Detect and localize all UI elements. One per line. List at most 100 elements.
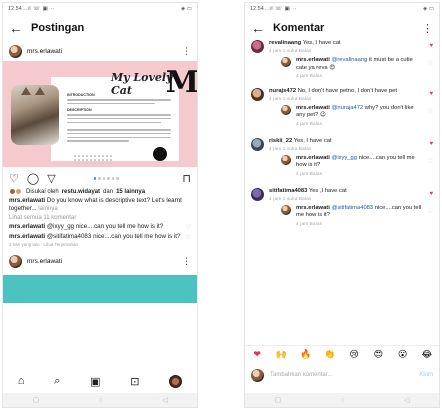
commenter-avatar[interactable] [251,137,264,151]
emoji-laugh-icon[interactable]: 😂 [420,348,433,361]
home-system-icon[interactable]: ○ [99,397,103,404]
comment-meta[interactable]: 4 jam 1 suka Balas [269,96,397,101]
comment-heart-icon[interactable]: ♡ [428,60,433,67]
comment-meta[interactable]: 4 jam Balas [296,171,423,176]
shop-icon[interactable]: ⊡ [130,375,139,388]
decorative-blob [153,147,167,161]
comment-heart-icon[interactable]: ♡ [186,234,191,242]
author-username[interactable]: mrs.erlawati [27,258,62,265]
page-title: Komentar [273,22,325,34]
back-arrow-icon[interactable]: ← [9,20,23,36]
post-actions: ♡ ◯ ▽ ⊓ [3,167,197,187]
comment-item: revalinaang Yes, I have cat 4 jam 1 suka… [251,38,433,55]
emoji-fire-icon[interactable]: 🔥 [299,348,312,361]
commenter-avatar[interactable] [251,187,264,201]
comment-text: nice....can you tell me how is it? [93,233,181,240]
comment-text: Yes, I have cat [302,40,341,46]
commenter-avatar[interactable] [251,40,264,53]
comment-user[interactable]: sitifatima4083 [269,188,307,194]
comment-heart-icon[interactable]: ♡ [428,208,433,215]
comment-user[interactable]: nurajs472 [269,88,296,94]
author-username[interactable]: mrs.erlawati [27,48,62,55]
search-icon[interactable]: ⌕ [54,375,60,388]
send-button[interactable]: Kirim [419,372,433,378]
likes-line[interactable]: Disukai oleh restu.widayat dan 15 lainny… [3,187,197,196]
comment-user[interactable]: mrs.erlawati [9,233,45,240]
more-options-icon[interactable]: ⋮ [422,22,433,35]
more-options-icon[interactable]: ⋮ [182,46,191,57]
post-image[interactable]: My Lovely Cat M INTRODUCTION DESCRIPTION [3,61,197,167]
home-icon[interactable]: ⌂ [18,375,25,387]
comment-text: Yes, I have cat [293,137,332,144]
status-time: 12.54 [8,6,22,12]
emoji-heart-eyes-icon[interactable]: 😍 [372,348,385,361]
comment-user[interactable]: mrs.erlawati [296,155,330,161]
comment-mention[interactable]: @ixyy_gg [47,223,74,230]
back-system-icon[interactable]: ◁ [162,396,167,404]
emoji-cry-icon[interactable]: 😢 [348,348,361,361]
comment-heart-icon[interactable]: ♡ [428,108,433,115]
recent-apps-icon[interactable]: ▢ [275,396,282,404]
comment-meta[interactable]: 4 jam Balas [296,121,423,126]
recent-apps-icon[interactable]: ▢ [33,396,40,404]
commenter-avatar[interactable] [281,105,291,116]
likes-user: restu.widayat [61,188,101,195]
comment-heart-icon[interactable]: ♥ [429,91,433,97]
emoji-raised-hands-icon[interactable]: 🙌 [275,348,288,361]
comment-input[interactable]: Tambahkan komentar... [270,372,332,378]
home-system-icon[interactable]: ○ [341,397,345,404]
share-icon[interactable]: ▽ [47,172,55,185]
back-arrow-icon[interactable]: ← [251,20,265,36]
comment-item: nurajs472 No, I don't have petno, I don'… [251,86,433,103]
next-post-image[interactable] [3,275,197,303]
reels-icon[interactable]: ▣ [90,375,100,388]
author-avatar[interactable] [9,44,22,58]
comment-heart-icon[interactable]: ♥ [429,191,433,197]
comment-composer: Tambahkan komentar... Kirim [245,365,439,385]
comment-meta[interactable]: 4 jam 1 suka Balas [269,196,347,201]
caption-user[interactable]: mrs.erlawati [9,197,45,204]
commenter-avatar[interactable] [281,57,291,68]
comment-meta[interactable]: 4 jam Balas [296,73,423,78]
comment-meta[interactable]: 4 jam Balas [296,221,423,226]
caption-more-link[interactable]: lainnya [38,205,58,212]
comment-mention[interactable]: @revalinaang [331,57,367,63]
comment-mention[interactable]: @sitifatima4083 [47,233,91,240]
commenter-avatar[interactable] [251,87,264,101]
system-navigation: ▢ ○ ◁ [245,393,439,407]
carousel-indicator [93,177,119,180]
comment-user[interactable]: mrs.erlawati [9,223,45,230]
comment-user[interactable]: revalinaang [269,40,301,46]
commenter-avatar[interactable] [281,204,291,215]
comment-mention[interactable]: @sitifatima4083 [331,205,373,211]
comment-heart-icon[interactable]: ♥ [429,43,433,49]
emoji-heart-icon[interactable]: ❤ [251,348,264,361]
emoji-clap-icon[interactable]: 👏 [323,348,336,361]
comment-user[interactable]: riskii_22 [269,138,292,144]
bookmark-icon[interactable]: ⊓ [182,172,191,185]
comment-icon[interactable]: ◯ [27,172,39,185]
commenter-avatar[interactable] [281,155,291,166]
comment-meta[interactable]: 4 jam 1 suka Balas [269,48,341,53]
comment-user[interactable]: mrs.erlawati [296,57,330,63]
comment-text: nice....can you tell me how is it? [75,223,164,230]
author-avatar[interactable] [9,255,22,268]
emoji-surprised-icon[interactable]: 😮 [396,348,409,361]
comment-heart-icon[interactable]: ♡ [186,224,191,232]
comment-reply: mrs.erlawati @sitifatima4083 nice....can… [251,203,433,228]
comment-reply: mrs.erlawati @revalinaang it must be a c… [251,55,433,80]
comment-meta[interactable]: 4 jam 1 suka Balas [269,146,332,151]
comment-user[interactable]: mrs.erlawati [296,205,330,211]
comment-heart-icon[interactable]: ♥ [429,141,433,147]
like-icon[interactable]: ♡ [9,172,19,185]
more-options-icon[interactable]: ⋮ [182,256,191,267]
likes-count: 15 lainnya [116,188,146,195]
profile-avatar-icon[interactable] [169,374,183,388]
comment-user[interactable]: mrs.erlawati [296,105,330,111]
post-screen: 12.54 ..ıl ☏ ▣ ·· ◈ ▭ ← Postingan mrs.er… [2,2,198,408]
comment-heart-icon[interactable]: ♡ [428,158,433,165]
comment-mention[interactable]: @nuraja472 [331,105,363,111]
comment-mention[interactable]: @ixyy_gg [331,155,357,161]
view-all-comments-link[interactable]: Lihat semua 11 komentar [3,214,197,222]
back-system-icon[interactable]: ◁ [404,396,409,404]
